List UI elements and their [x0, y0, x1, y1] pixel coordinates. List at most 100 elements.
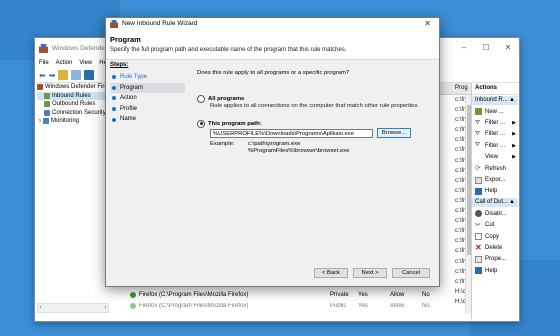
action-label: Cut — [485, 222, 495, 229]
radio-label: This program path: — [208, 120, 262, 127]
cancel-button[interactable]: Cancel — [392, 268, 430, 278]
up-folder-icon[interactable] — [58, 70, 69, 80]
tree-item-root[interactable]: Windows Defender Firew — [37, 83, 112, 92]
tree-item-inbound-rules[interactable]: Inbound Rules — [37, 91, 107, 100]
close-icon[interactable]: ✕ — [497, 38, 519, 58]
program-path-input[interactable]: %USERPROFILE%\Downloads\Programs\Aplikas… — [210, 128, 373, 138]
step-profile[interactable]: Profile — [110, 104, 185, 115]
help-toolbar-icon[interactable] — [84, 70, 95, 80]
monitoring-icon — [43, 118, 49, 125]
step-bullet-icon — [112, 117, 116, 122]
action-label: Refresh — [485, 165, 507, 172]
action-filter-group[interactable]: ⛛ Filter ... ▶ — [472, 140, 518, 151]
rule-profile: Public — [330, 302, 347, 309]
radio-button-on[interactable] — [197, 119, 205, 128]
step-bullet-icon — [112, 75, 116, 80]
action-new-rule[interactable]: New ... — [472, 106, 518, 117]
menu-file[interactable]: File — [39, 60, 49, 66]
back-button[interactable]: < Back — [314, 268, 348, 278]
back-arrow-icon[interactable]: ⬅ — [39, 71, 46, 80]
tree-item-outbound-rules[interactable]: Outbound Rules — [37, 100, 107, 109]
export-icon — [475, 176, 482, 184]
firewall-icon — [37, 84, 43, 91]
collapse-up-icon[interactable]: ▲ — [509, 198, 515, 207]
action-cut[interactable]: ✂ Cut — [472, 220, 518, 231]
page-subtitle: Specify the full program path and execut… — [110, 47, 347, 53]
firewall-icon — [39, 43, 48, 53]
all-programs-radio[interactable]: All programs — [197, 94, 432, 103]
action-label: Filter ... — [485, 131, 506, 138]
table-row[interactable]: Firefox (C:\Program Files\Mozilla Firefo… — [130, 300, 475, 311]
step-label: Rule Type — [120, 74, 147, 80]
submenu-arrow-icon: ▶ — [512, 154, 516, 161]
window-controls: – ☐ ✕ — [453, 38, 519, 58]
action-filter-profile[interactable]: ⛛ Filter ... ▶ — [472, 117, 518, 128]
allow-rule-icon — [130, 302, 136, 309]
radio-label: All programs — [208, 95, 245, 102]
rule-action: Allow — [390, 291, 405, 298]
show-hide-tree-icon[interactable] — [71, 70, 82, 80]
step-bullet-icon — [112, 96, 116, 101]
action-label: Delete — [485, 244, 503, 251]
action-label: Filter ... — [485, 142, 506, 149]
inbound-rules-icon — [44, 92, 50, 99]
properties-icon — [475, 255, 482, 263]
help-icon — [475, 267, 482, 275]
minimize-icon[interactable]: – — [453, 38, 475, 58]
connection-security-icon — [44, 109, 50, 116]
step-action[interactable]: Action — [110, 93, 185, 104]
close-icon[interactable]: ✕ — [424, 18, 431, 29]
step-label: Name — [120, 116, 137, 123]
rule-action: Allow — [390, 302, 405, 309]
program-column-header[interactable]: Prog — [455, 85, 468, 91]
action-help-rule[interactable]: Help — [472, 265, 518, 276]
new-inbound-rule-wizard: New Inbound Rule Wizard ✕ Program Specif… — [105, 17, 440, 287]
page-title: Program — [110, 35, 141, 44]
rule-enabled: Yes — [358, 302, 368, 309]
action-delete[interactable]: ✕ Delete — [472, 242, 518, 253]
action-copy[interactable]: Copy — [472, 231, 518, 242]
maximize-icon[interactable]: ☐ — [475, 38, 497, 58]
step-rule-type[interactable]: Rule Type — [110, 72, 185, 83]
action-label: Disabl... — [485, 210, 507, 217]
menu-view[interactable]: View — [79, 60, 92, 66]
forward-arrow-icon[interactable]: ➡ — [49, 71, 56, 80]
section-label: Call of Dut... — [475, 199, 509, 206]
view-icon — [475, 154, 482, 161]
action-properties[interactable]: Prope... — [472, 254, 518, 265]
action-label: Help — [485, 267, 498, 274]
rule-name: Firefox (C:\Program Files\Mozilla Firefo… — [139, 291, 249, 298]
expand-chevron-icon[interactable]: › — [39, 117, 41, 126]
this-program-radio[interactable]: This program path: — [197, 119, 432, 128]
step-program[interactable]: Program — [110, 82, 185, 94]
action-export[interactable]: Expor... — [472, 174, 518, 185]
action-refresh[interactable]: ⟳ Refresh — [472, 163, 518, 174]
tree-item-monitoring[interactable]: › Monitoring — [37, 117, 107, 126]
collapse-up-icon[interactable]: ▲ — [509, 96, 515, 105]
tree-horizontal-scrollbar[interactable]: ‹ › — [37, 303, 109, 313]
actions-section-rule[interactable]: Call of Dut... ▲ — [472, 198, 518, 208]
rule-override: No — [422, 302, 430, 309]
tree-label: Outbound Rules — [52, 101, 96, 107]
steps-header: Steps: — [110, 62, 129, 68]
next-button[interactable]: Next > — [353, 268, 387, 278]
action-help[interactable]: Help — [472, 186, 518, 197]
wizard-titlebar: New Inbound Rule Wizard ✕ — [106, 18, 439, 29]
filter-icon: ⛛ — [475, 119, 481, 126]
action-disable[interactable]: Disabl... — [472, 208, 518, 219]
menu-action[interactable]: Action — [56, 60, 73, 66]
step-name[interactable]: Name — [110, 114, 185, 125]
tree-item-connection-security[interactable]: Connection Security — [37, 109, 107, 118]
step-bullet-icon — [112, 85, 116, 90]
example-label: Example: — [210, 141, 235, 147]
browse-button[interactable]: Browse... — [377, 128, 411, 138]
radio-button-off[interactable] — [197, 94, 205, 103]
action-filter-state[interactable]: ⛛ Filter ... ▶ — [472, 129, 518, 140]
wizard-buttons: < Back Next > Cancel — [314, 268, 430, 278]
action-view[interactable]: View ▶ — [472, 152, 518, 163]
actions-section-inbound[interactable]: Inbound R... ▲ — [472, 96, 518, 105]
filter-icon: ⛛ — [475, 130, 481, 137]
tree-label: Windows Defender Firew — [45, 84, 113, 90]
action-label: Expor... — [485, 177, 506, 184]
table-row[interactable]: Firefox (C:\Program Files\Mozilla Firefo… — [130, 289, 475, 300]
